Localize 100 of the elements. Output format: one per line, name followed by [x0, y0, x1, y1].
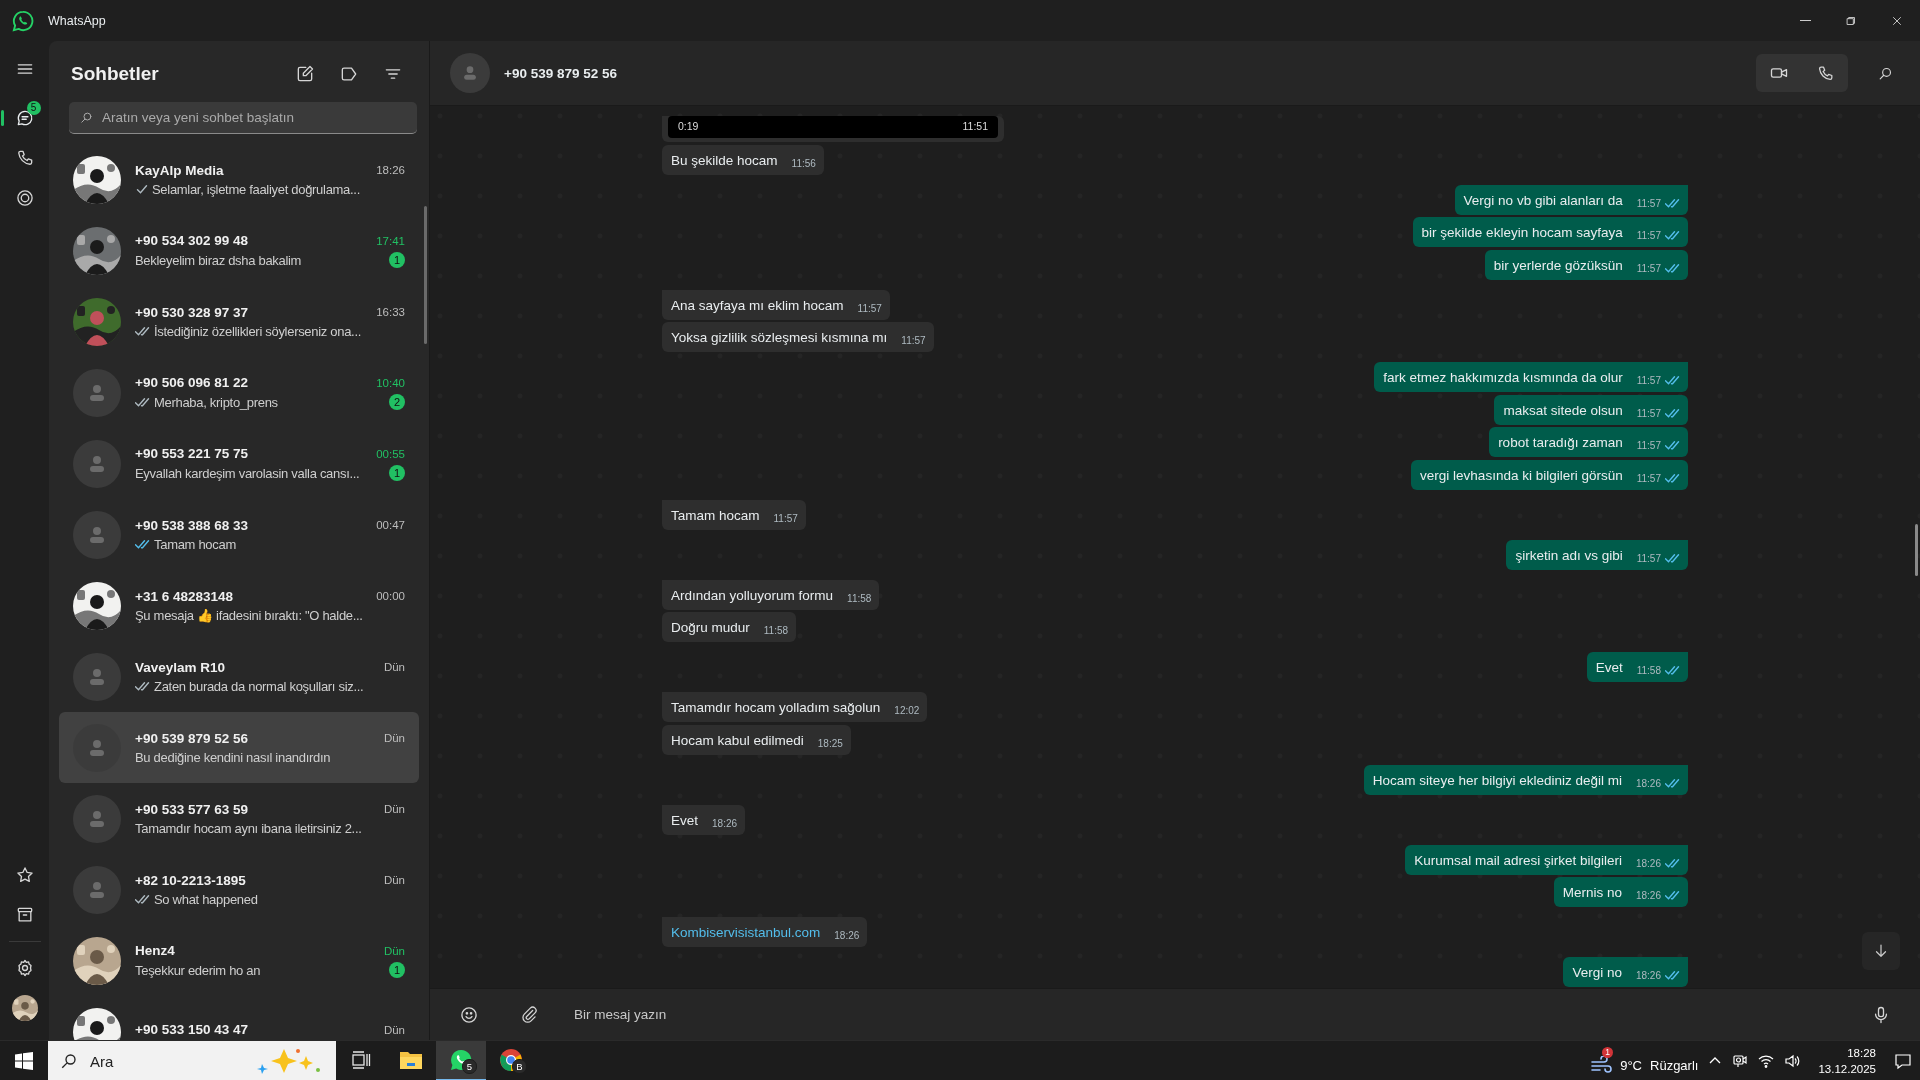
message-preview: Eyvallah kardeşim varolasin valla cansı... — [135, 465, 360, 481]
message-time: 11:58 — [847, 591, 872, 606]
message-preview: Teşekkur ederim ho an — [135, 962, 261, 978]
message-text: Kurumsal mail adresi şirket bilgileri — [1414, 851, 1622, 869]
message-time: 11:57 — [1636, 229, 1661, 243]
chat-list-item[interactable]: +90 538 388 68 33 00:47 Tamam hocam — [59, 499, 419, 570]
search-field[interactable]: Aratın veya yeni sohbet başlatın — [69, 102, 417, 134]
chat-time: Dün — [383, 874, 405, 886]
message-time: 18:26 — [712, 816, 738, 831]
message-preview: Selamlar, işletme faaliyet doğrulama... — [152, 181, 360, 197]
message-text: Mernis no — [1562, 884, 1622, 901]
chat-list-item[interactable]: +90 506 096 81 22 10:40 Merhaba, kripto_prens 2 — [59, 357, 419, 428]
scroll-down-button[interactable] — [1862, 932, 1900, 970]
message-time: 18:26 — [1635, 856, 1661, 871]
message-time: 11:57 — [1636, 261, 1661, 276]
status-ring-icon — [14, 188, 35, 208]
chat-list-item[interactable]: +90 534 302 99 48 17:41 Bekleyelim biraz dsha bakalim 1 — [59, 215, 419, 286]
chat-list-item[interactable]: +90 530 328 97 37 16:33 İstediğiniz özellikleri söylerseniz ona... — [59, 286, 419, 357]
message-text: Tamam hocam — [671, 506, 760, 524]
message-text: bir yerlerde gözüksün — [1493, 256, 1623, 274]
message-time: 18:26 — [834, 929, 860, 943]
contact-name: +90 533 577 63 59 — [135, 801, 249, 817]
chat-list-item[interactable]: +90 539 879 52 56 Dün Bu dediğine kendini nasıl inandırdın — [59, 712, 419, 783]
unread-count: 1 — [389, 465, 405, 481]
message-time: 18:26 — [1635, 969, 1661, 983]
active-indicator — [0, 110, 4, 126]
clock-time: 18:28 — [1847, 1046, 1876, 1061]
unread-count: 2 — [389, 394, 405, 410]
chat-time: 00:00 — [376, 590, 405, 602]
edit-icon — [295, 63, 315, 84]
unread-count: 1 — [389, 252, 405, 268]
chat-list-item[interactable]: +82 10-2213-1895 Dün So what happened — [59, 854, 419, 925]
contact-name: +82 10-2213-1895 — [135, 872, 247, 888]
message-time: 11:57 — [1636, 374, 1661, 388]
minimize-icon — [1799, 20, 1811, 21]
wifi-icon[interactable] — [1758, 1053, 1775, 1069]
contact-name: +90 506 096 81 22 — [135, 375, 249, 390]
chat-list-item[interactable]: +31 6 48283148 00:00 Şu mesaja 👍 ifadesini bıraktı: "O halde... — [59, 570, 419, 641]
message-time: 18:26 — [1635, 889, 1661, 903]
message-preview: So what happened — [154, 891, 258, 907]
message-time: 11:57 — [1636, 406, 1661, 421]
camera-icon[interactable] — [1732, 1053, 1749, 1069]
taskbar-search-field[interactable]: Ara — [48, 1041, 336, 1080]
chat-list-item[interactable]: +90 553 221 75 75 00:55 Eyvallah kardeşim varolasin valla cansı... 1 — [59, 428, 419, 499]
contact-name: +90 530 328 97 37 — [135, 304, 249, 320]
message-text: Hocam siteye her bilgiyi eklediniz değil mi — [1372, 771, 1622, 789]
clock[interactable]: 18:28 13.12.2025 — [1810, 1045, 1884, 1077]
search-icon — [60, 1052, 78, 1070]
chat-time: 00:47 — [376, 519, 405, 531]
chat-time: Dün — [383, 732, 405, 744]
message-text: robot taradığı zaman — [1498, 434, 1623, 451]
chat-time: Dün — [383, 1023, 405, 1036]
message-time: 18:25 — [817, 736, 843, 751]
notification-icon[interactable] — [1894, 1052, 1912, 1070]
taskbar-badge: 5 — [462, 1059, 477, 1074]
clock-date: 13.12.2025 — [1818, 1062, 1876, 1077]
message-text: Yoksa gizlilik sözleşmesi kısmına mı — [671, 329, 888, 346]
task-view-icon — [351, 1050, 371, 1070]
default-avatar-icon — [73, 794, 121, 843]
temperature: 9°C — [1620, 1057, 1642, 1073]
message-time: 11:56 — [791, 156, 816, 171]
chat-time: Dün — [383, 944, 405, 957]
weather-widget[interactable]: 1 9°C Rüzgarlı — [1590, 1045, 1699, 1077]
message-preview: Şu mesaja 👍 ifadesini bıraktı: "O halde... — [135, 607, 363, 623]
video-thumbnail[interactable]: 0:19 11:51 — [668, 116, 998, 138]
chat-time: 17:41 — [376, 234, 405, 247]
message-text: Vergi no vb gibi alanları da — [1463, 191, 1623, 209]
chat-list-item[interactable]: Henz4 Dün Teşekkur ederim ho an 1 — [59, 925, 419, 996]
default-avatar-icon — [73, 723, 121, 772]
chat-time: Dün — [383, 803, 405, 815]
chat-time: 18:26 — [376, 164, 405, 176]
message-time: 11:57 — [1636, 196, 1661, 211]
volume-icon[interactable] — [1784, 1053, 1801, 1069]
message-time: 11:58 — [1636, 664, 1661, 678]
message-text: maksat sitede olsun — [1503, 401, 1623, 419]
scrollbar[interactable] — [1915, 524, 1918, 576]
contact-name: Henz4 — [135, 943, 176, 958]
chats-button[interactable]: 5 — [4, 98, 45, 138]
contact-name: +90 534 302 99 48 — [135, 233, 249, 248]
chat-list-item[interactable]: +90 533 577 63 59 Dün Tamamdır hocam aynı ibana iletirsiniz 2... — [59, 783, 419, 854]
window-title: WhatsApp — [48, 13, 106, 28]
message-preview: Tamamdır hocam aynı ibana iletirsiniz 2... — [135, 820, 362, 836]
default-avatar-icon — [450, 53, 490, 93]
message-time: 11:57 — [857, 301, 882, 316]
message-time: 11:57 — [1636, 439, 1661, 453]
alert-badge: 1 — [1602, 1047, 1614, 1058]
chat-list-item[interactable]: KayAlp Media 18:26 Selamlar, işletme faaliyet doğrulama... — [59, 144, 419, 215]
taskbar-app[interactable]: B — [486, 1041, 536, 1080]
wind-icon — [1590, 1056, 1613, 1074]
message-text: vergi levhasında ki bilgileri görsün — [1420, 466, 1623, 484]
taskbar-app[interactable]: 5 — [436, 1041, 486, 1080]
chat-list-item[interactable]: Vaveylam R10 Dün Zaten burada da normal koşulları siz... — [59, 641, 419, 712]
message-text: Ardından yolluyorum formu — [671, 586, 834, 604]
message-link[interactable]: Kombiservisistanbul.com — [671, 924, 821, 941]
chat-time: Dün — [383, 661, 405, 673]
chat-time: 16:33 — [376, 306, 405, 318]
message-text: Doğru mudur — [671, 619, 750, 636]
default-avatar-icon — [73, 652, 121, 701]
video-duration: 0:19 — [678, 119, 699, 134]
scrollbar[interactable] — [424, 206, 427, 344]
